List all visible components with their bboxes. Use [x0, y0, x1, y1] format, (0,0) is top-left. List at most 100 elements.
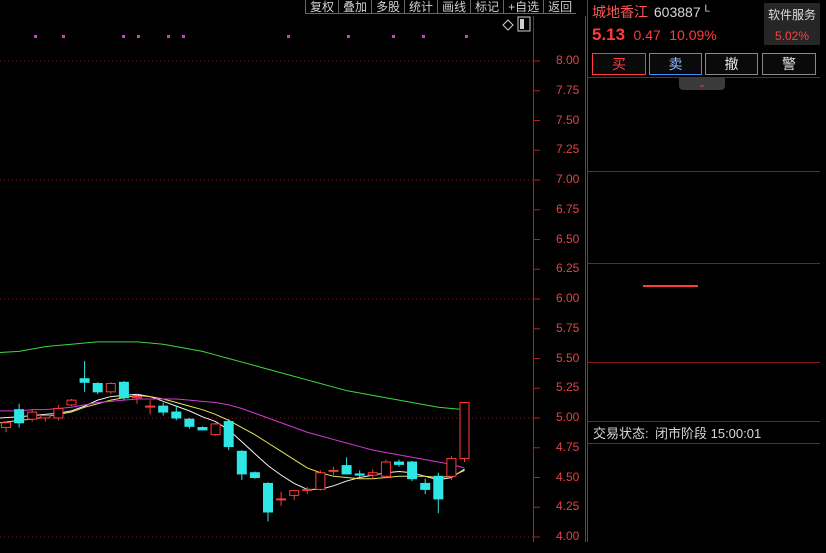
candle[interactable]	[105, 382, 116, 395]
event-marker[interactable]	[137, 35, 140, 38]
asks-row[interactable]	[587, 117, 820, 135]
price-tick-label: 4.75	[556, 439, 580, 454]
sector-tag[interactable]: 软件服务 5.02%	[764, 3, 820, 45]
price-tick-label: 8.00	[556, 53, 580, 67]
candle[interactable]	[53, 404, 64, 421]
price-tick-label: 6.75	[556, 201, 580, 216]
price-tick-label: 5.75	[556, 320, 580, 335]
event-marker[interactable]	[422, 35, 425, 38]
stats-row	[587, 323, 820, 341]
toolbar-button-5[interactable]: 标记	[470, 0, 504, 14]
event-marker[interactable]	[392, 35, 395, 38]
price-tick-label: 7.75	[556, 82, 580, 97]
event-marker[interactable]	[287, 35, 290, 38]
stat-value	[643, 285, 698, 287]
price-tick-label: 7.25	[556, 142, 580, 157]
event-marker[interactable]	[122, 35, 125, 38]
kline-chart-area[interactable]: 复权 叠加 多股 统计 画线 标记 +自选 返回 8.00 7.75 7.50 7.25 7.00 6.…	[0, 0, 586, 543]
candle[interactable]	[197, 426, 208, 431]
asks-row[interactable]	[587, 153, 820, 171]
candle[interactable]	[328, 466, 339, 476]
chart-toolbar: 复权 叠加 多股 统计 画线 标记 +自选 返回	[305, 0, 577, 14]
moving-average-line-3	[0, 341, 465, 411]
right-edge-strip	[820, 0, 826, 542]
fundamental-row	[587, 382, 820, 400]
candle[interactable]	[79, 360, 90, 392]
tick-row[interactable]	[587, 463, 820, 481]
tick-row[interactable]	[587, 535, 820, 553]
candle[interactable]	[407, 460, 418, 482]
bids-row[interactable]	[587, 209, 820, 227]
bids-row[interactable]	[587, 191, 820, 209]
margin-flag: L	[704, 3, 711, 15]
event-marker[interactable]	[347, 35, 350, 38]
toolbar-button-7[interactable]: 返回	[543, 0, 577, 14]
stats-row	[587, 304, 820, 322]
candle[interactable]	[118, 381, 129, 401]
buy-button[interactable]: 买	[592, 53, 646, 75]
event-marker[interactable]	[34, 35, 37, 38]
candle[interactable]	[184, 418, 195, 429]
candle[interactable]	[66, 398, 77, 407]
stock-code: 603887	[653, 4, 701, 20]
candle[interactable]	[158, 402, 169, 416]
fundamental-row	[587, 363, 820, 381]
event-marker[interactable]	[182, 35, 185, 38]
last-price: 5.13	[592, 25, 626, 44]
bids-row[interactable]	[587, 245, 820, 263]
candle[interactable]	[315, 470, 326, 491]
event-marker[interactable]	[465, 35, 468, 38]
candle[interactable]	[263, 482, 273, 522]
cancel-order-button[interactable]: 撤	[705, 53, 758, 75]
price-tick-label: 5.00	[556, 410, 580, 424]
price-tick-label: 5.50	[556, 350, 580, 365]
candle[interactable]	[446, 456, 457, 480]
candle[interactable]	[367, 469, 378, 479]
event-marker[interactable]	[62, 35, 65, 38]
kline-chart[interactable]	[0, 0, 586, 542]
price-tick-label: 4.00	[556, 529, 580, 543]
candle[interactable]	[171, 406, 182, 421]
candle[interactable]	[249, 471, 260, 479]
price-change-pct: 10.09%	[669, 27, 717, 43]
candle[interactable]	[394, 459, 404, 467]
candle[interactable]	[1, 421, 11, 433]
event-marker[interactable]	[167, 35, 170, 38]
candle[interactable]	[276, 491, 287, 507]
candle[interactable]	[223, 419, 234, 451]
sell-button[interactable]: 卖	[649, 53, 702, 75]
toolbar-button-3[interactable]: 统计	[404, 0, 438, 14]
trade-status-label: 交易状态:	[593, 426, 649, 441]
candle[interactable]	[14, 403, 25, 428]
tick-row[interactable]	[587, 481, 820, 499]
candle[interactable]	[459, 402, 470, 463]
toolbar-button-2[interactable]: 多股	[371, 0, 405, 14]
candle[interactable]	[289, 490, 300, 501]
tick-row[interactable]	[587, 445, 820, 463]
candle[interactable]	[420, 478, 431, 495]
candle[interactable]	[236, 450, 247, 480]
candle[interactable]	[433, 472, 444, 514]
toolbar-button-6[interactable]: +自选	[503, 0, 544, 14]
asks-row[interactable]	[587, 99, 820, 117]
candle[interactable]	[40, 414, 51, 422]
tick-row[interactable]	[587, 517, 820, 535]
candle[interactable]	[210, 422, 221, 436]
candle[interactable]	[341, 457, 352, 475]
price-tick-label: 5.25	[556, 380, 580, 395]
asks-row[interactable]	[587, 135, 820, 153]
bids-row[interactable]	[587, 227, 820, 245]
alert-button[interactable]: 警	[762, 53, 816, 75]
stats-row	[587, 266, 820, 284]
stats-row	[587, 342, 820, 360]
tick-row[interactable]	[587, 499, 820, 517]
bids-row[interactable]	[587, 173, 820, 191]
toolbar-button-4[interactable]: 画线	[437, 0, 471, 14]
diamond-icon[interactable]	[502, 19, 514, 31]
toolbar-button-1[interactable]: 叠加	[338, 0, 372, 14]
candle[interactable]	[92, 382, 103, 395]
candle[interactable]	[145, 400, 156, 415]
toolbar-button-0[interactable]: 复权	[305, 0, 339, 14]
candle[interactable]	[380, 459, 391, 479]
asks-row[interactable]	[587, 81, 820, 99]
